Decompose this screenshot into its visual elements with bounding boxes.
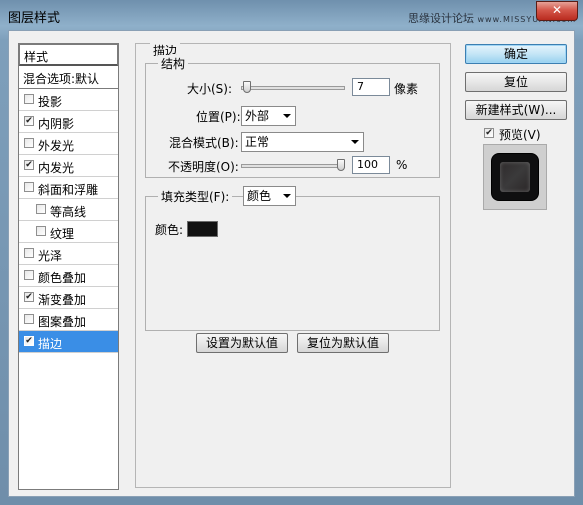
style-item[interactable]: 图案叠加 [19,309,118,331]
chevron-down-icon [283,114,291,118]
style-item-checkbox[interactable] [24,138,34,148]
style-item-label: 斜面和浮雕 [38,183,99,197]
ok-button[interactable]: 确定 [465,44,567,64]
size-slider-track[interactable] [241,86,345,90]
new-style-button[interactable]: 新建样式(W)... [465,100,567,120]
style-item-label: 外发光 [38,139,75,153]
style-item-checkbox[interactable] [24,116,34,126]
style-item[interactable]: 投影 [19,89,118,111]
blend-mode-select-value: 正常 [245,135,270,149]
style-item-checkbox[interactable] [24,314,34,324]
opacity-label: 不透明度(O): [168,160,239,174]
style-item-label: 纹理 [50,227,75,241]
style-item[interactable]: 等高线 [19,199,118,221]
chevron-down-icon [283,194,291,198]
style-item-label: 渐变叠加 [38,293,87,307]
structure-group: 结构 大小(S): 7 像素 位置(P): 外部 混合模式(B): 正常 不透明… [145,55,440,178]
layer-style-window: 图层样式 思缘设计论坛 www.MISSYUAN.com ✕ 样式 混合选项:默… [0,0,583,505]
preview-shape [492,154,538,200]
size-label: 大小(S): [187,82,233,96]
style-item-label: 内阴影 [38,117,75,131]
chevron-down-icon [351,140,359,144]
fill-type-select-value: 颜色 [247,189,272,203]
style-item-checkbox[interactable] [36,226,46,236]
fill-type-select[interactable]: 颜色 [243,186,296,206]
position-select-value: 外部 [245,109,270,123]
style-list-header[interactable]: 样式 [19,44,118,66]
reset-button[interactable]: 复位 [465,72,567,92]
position-select[interactable]: 外部 [241,106,296,126]
color-label: 颜色: [155,223,184,237]
close-icon: ✕ [551,3,563,17]
blend-mode-select[interactable]: 正常 [241,132,364,152]
blend-options-label: 混合选项:默认 [23,72,100,86]
style-item[interactable]: 颜色叠加 [19,265,118,287]
style-item[interactable]: 光泽 [19,243,118,265]
style-preview-thumbnail [483,144,547,210]
style-item-checkbox[interactable] [24,248,34,258]
style-item-label: 内发光 [38,161,75,175]
fill-type-label: 填充类型(F): [158,188,233,205]
blend-mode-label: 混合模式(B): [169,136,239,150]
style-item-label: 颜色叠加 [38,271,87,285]
style-item-checkbox[interactable] [24,182,34,192]
reset-default-button[interactable]: 复位为默认值 [297,333,389,353]
style-item[interactable]: 渐变叠加 [19,287,118,309]
make-default-button[interactable]: 设置为默认值 [196,333,288,353]
style-item[interactable]: 纹理 [19,221,118,243]
style-list-header-label: 样式 [24,50,49,64]
style-item[interactable]: 描边 [19,331,118,353]
stroke-color-swatch[interactable] [187,221,218,237]
opacity-input[interactable]: 100 [352,156,390,174]
size-unit: 像素 [394,82,419,96]
style-list: 样式 混合选项:默认 投影内阴影外发光内发光斜面和浮雕等高线纹理光泽颜色叠加渐变… [18,43,119,490]
opacity-unit: % [396,158,408,172]
size-slider-thumb[interactable] [242,81,251,93]
size-input[interactable]: 7 [352,78,390,96]
style-item-label: 等高线 [50,205,87,219]
style-item-checkbox[interactable] [24,160,34,170]
preview-shape-core [500,162,530,192]
style-item-checkbox[interactable] [24,270,34,280]
style-item-checkbox[interactable] [24,336,34,346]
style-item-label: 描边 [38,337,63,351]
close-button[interactable]: ✕ [536,1,578,21]
structure-title: 结构 [158,55,189,72]
watermark-text: 思缘设计论坛 [408,12,474,25]
opacity-slider-track[interactable] [241,164,345,168]
position-label: 位置(P): [196,110,241,124]
style-item-label: 图案叠加 [38,315,87,329]
style-item[interactable]: 外发光 [19,133,118,155]
preview-label: 预览(V) [499,128,541,142]
style-item-label: 光泽 [38,249,63,263]
opacity-slider-thumb[interactable] [337,159,345,171]
style-item[interactable]: 内阴影 [19,111,118,133]
style-item[interactable]: 内发光 [19,155,118,177]
window-title: 图层样式 [8,11,61,26]
fill-type-group: 填充类型(F): 颜色 颜色: [145,186,440,331]
dialog-client-area: 样式 混合选项:默认 投影内阴影外发光内发光斜面和浮雕等高线纹理光泽颜色叠加渐变… [8,30,575,497]
blend-options-default[interactable]: 混合选项:默认 [19,67,118,89]
style-item-checkbox[interactable] [24,94,34,104]
stroke-panel: 描边 结构 大小(S): 7 像素 位置(P): 外部 混合模式(B): 正常 [135,42,451,488]
style-item-label: 投影 [38,95,63,109]
style-item-checkbox[interactable] [36,204,46,214]
preview-checkbox[interactable] [484,128,494,138]
style-item[interactable]: 斜面和浮雕 [19,177,118,199]
style-item-checkbox[interactable] [24,292,34,302]
title-bar[interactable]: 图层样式 思缘设计论坛 www.MISSYUAN.com ✕ [0,0,583,30]
